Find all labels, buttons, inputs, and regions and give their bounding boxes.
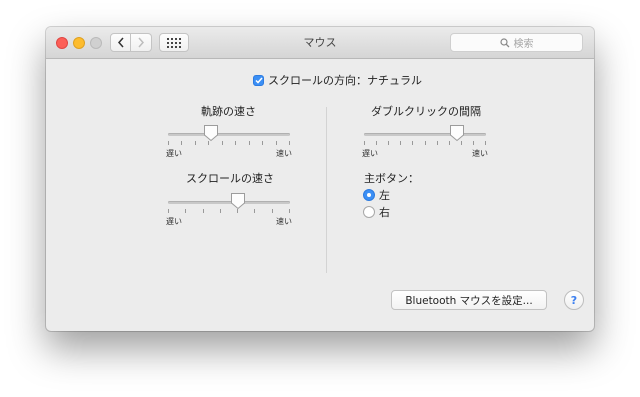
slider-knob[interactable]	[203, 124, 219, 142]
search-icon	[499, 37, 509, 47]
double-click-speed-label: ダブルクリックの間隔	[371, 105, 481, 118]
slider-tick	[276, 141, 277, 145]
scroll-direction-checkbox[interactable]	[253, 74, 264, 86]
slider-tick	[425, 141, 426, 145]
search-field[interactable]: 検索	[450, 33, 583, 52]
right-radio[interactable]	[363, 206, 375, 218]
slider-tick	[364, 141, 365, 145]
slider-tick	[289, 209, 290, 213]
slider-tick	[473, 141, 474, 145]
left-radio-label: 左	[379, 189, 390, 202]
setup-bluetooth-mouse-button[interactable]: Bluetooth マウスを設定...	[391, 290, 547, 310]
title-bar: マウス 検索	[46, 27, 594, 59]
slider-tick	[235, 141, 236, 145]
slider-tick	[272, 209, 273, 213]
slider-tick	[437, 141, 438, 145]
slider-tick	[220, 209, 221, 213]
left-radio[interactable]	[363, 189, 375, 201]
slider-tick	[254, 209, 255, 213]
slider-tick	[168, 141, 169, 145]
scroll-speed-slider[interactable]: 遅い 速い	[166, 192, 292, 232]
slider-knob[interactable]	[230, 192, 246, 210]
slow-label: 遅い	[166, 149, 182, 158]
slider-tick	[376, 141, 377, 145]
slider-tick	[249, 141, 250, 145]
fast-label: 速い	[276, 217, 292, 226]
slider-tick	[203, 209, 204, 213]
double-click-speed-slider[interactable]: 遅い 速い	[362, 124, 488, 164]
fast-label: 速い	[472, 149, 488, 158]
slow-label: 遅い	[362, 149, 378, 158]
scroll-direction-label: スクロールの方向：ナチュラル	[268, 74, 422, 87]
slider-track	[364, 133, 486, 136]
slider-track	[168, 133, 290, 136]
search-placeholder: 検索	[513, 39, 534, 50]
slider-tick	[185, 209, 186, 213]
primary-button-right-option[interactable]: 右	[363, 204, 390, 220]
tracking-speed-label: 軌跡の速さ	[201, 105, 256, 118]
scroll-speed-label: スクロールの速さ	[186, 172, 274, 185]
slider-track	[168, 201, 290, 204]
slider-tick	[195, 141, 196, 145]
checkmark-icon	[254, 77, 263, 84]
tracking-speed-slider[interactable]: 遅い 速い	[166, 124, 292, 164]
slider-tick	[412, 141, 413, 145]
scroll-direction-option[interactable]: スクロールの方向：ナチュラル	[253, 72, 422, 88]
help-button[interactable]: ?	[564, 290, 584, 310]
primary-button-label: 主ボタン：	[364, 172, 419, 185]
slider-tick	[181, 141, 182, 145]
slider-tick	[222, 141, 223, 145]
primary-button-left-option[interactable]: 左	[363, 187, 390, 203]
system-preferences-window: マウス 検索 スクロールの方向：ナチュラル 軌跡の速さ 遅い 速い スクロールの…	[46, 27, 594, 331]
slider-tick	[388, 141, 389, 145]
slider-tick	[168, 209, 169, 213]
slider-tick	[400, 141, 401, 145]
right-radio-label: 右	[379, 206, 390, 219]
slider-tick	[485, 141, 486, 145]
slider-knob[interactable]	[449, 124, 465, 142]
fast-label: 速い	[276, 149, 292, 158]
slider-tick	[289, 141, 290, 145]
column-divider	[326, 107, 327, 273]
slider-tick	[262, 141, 263, 145]
slow-label: 遅い	[166, 217, 182, 226]
